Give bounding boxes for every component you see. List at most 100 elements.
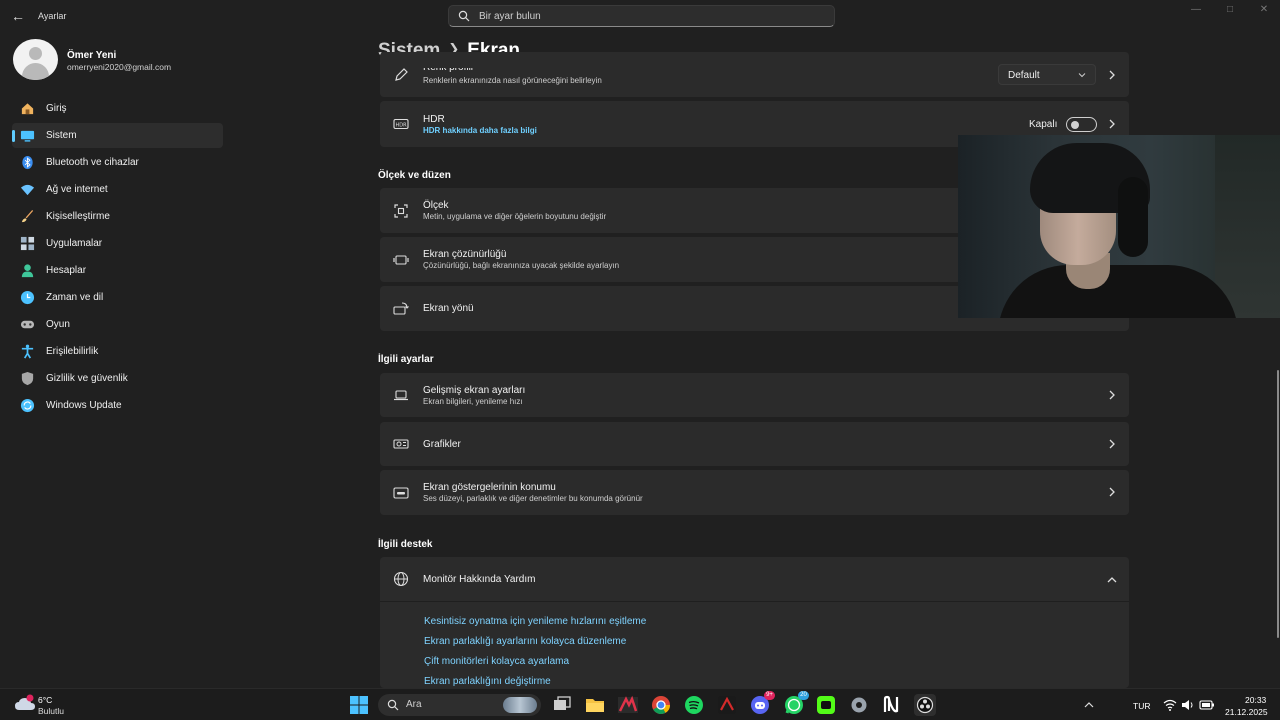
sidebar-item-label: Sistem [46,130,77,141]
sidebar-item-network[interactable]: Ağ ve internet [12,177,223,202]
app-title: Ayarlar [38,11,67,21]
sidebar-item-time-language[interactable]: Zaman ve dil [12,285,223,310]
clock-date[interactable]: 21.12.2025 [1225,707,1268,717]
sidebar-item-accessibility[interactable]: Erişilebilirlik [12,339,223,364]
apps-icon [20,236,35,251]
notion-icon[interactable] [881,694,903,716]
sidebar-item-label: Kişiselleştirme [46,211,110,222]
system-icon [20,130,35,142]
sidebar-item-gaming[interactable]: Oyun [12,312,223,337]
sidebar-item-label: Ağ ve internet [46,184,108,195]
bluetooth-icon [22,155,33,170]
section-title: İlgili destek [378,539,433,550]
help-link[interactable]: Kesintisiz oynatma için yenileme hızları… [424,616,646,636]
weather-desc: Bulutlu [38,706,64,716]
scale-title: Ölçek [423,200,449,211]
sidebar-item-label: Windows Update [46,400,122,411]
minimize-button[interactable]: — [1184,4,1208,18]
monitor-help-title: Monitör Hakkında Yardım [423,574,536,585]
battery-icon[interactable] [1199,699,1215,711]
monitor-help-header[interactable]: Monitör Hakkında Yardım [380,557,1129,602]
sidebar-item-privacy[interactable]: Gizlilik ve güvenlik [12,366,223,391]
sidebar-item-label: Gizlilik ve güvenlik [46,373,128,384]
back-arrow-icon[interactable]: ← [8,6,28,26]
adobe-icon[interactable] [617,694,639,716]
home-icon [21,103,34,115]
maximize-button[interactable]: □ [1218,4,1242,18]
input-language[interactable]: TUR [1133,701,1150,711]
scrollbar[interactable] [1277,370,1279,638]
chevron-right-icon [1109,487,1115,497]
sidebar-item-windows-update[interactable]: Windows Update [12,393,223,418]
file-explorer-icon[interactable] [584,694,606,716]
chevron-right-icon [1109,439,1115,449]
discord-app[interactable]: 9+ [749,691,775,716]
settings-search-box[interactable] [448,5,835,27]
chrome-icon[interactable] [650,694,672,716]
hdr-toggle-state: Kapalı [1029,119,1058,130]
color-profile-dropdown[interactable]: Default [998,64,1096,85]
update-icon [20,398,35,413]
indicator-position-subtitle: Ses düzeyi, parlaklık ve diğer denetimle… [423,494,643,503]
wifi-icon[interactable] [1163,698,1177,712]
sidebar-item-bluetooth[interactable]: Bluetooth ve cihazlar [12,150,223,175]
help-link[interactable]: Çift monitörleri kolayca ayarlama [424,656,646,676]
notification-badge: 9+ [764,691,775,700]
resolution-icon [393,255,409,265]
sidebar-item-label: Zaman ve dil [46,292,104,303]
sidebar-item-home[interactable]: Giriş [12,96,223,121]
cloud-icon [15,694,35,710]
taskbar: 6°C Bulutlu Ara 9+ 20 TUR 20:33 21.12.20… [0,688,1280,720]
indicator-position-card[interactable]: Ekran göstergelerinin konumu Ses düzeyi,… [380,470,1129,515]
obs-icon[interactable] [914,694,936,716]
search-input[interactable] [479,7,819,25]
pen-icon [395,68,408,81]
accessibility-icon [21,344,34,359]
sidebar-item-personalization[interactable]: Kişiselleştirme [12,204,223,229]
chevron-up-icon[interactable] [1084,700,1094,710]
dropdown-value: Default [1008,70,1040,81]
section-title: İlgili ayarlar [378,354,434,365]
sidebar-item-label: Hesaplar [46,265,87,276]
svg-text:HDR: HDR [395,123,407,129]
windows-start-icon[interactable] [348,694,370,716]
indicator-position-title: Ekran göstergelerinin konumu [423,482,556,493]
hdr-toggle[interactable] [1066,117,1097,132]
sidebar-item-label: Bluetooth ve cihazlar [46,157,139,168]
clock-time[interactable]: 20:33 [1245,695,1266,705]
help-link[interactable]: Ekran parlaklığı ayarlarını kolayca düze… [424,636,646,656]
whatsapp-app[interactable]: 20 [783,691,809,716]
gpu-icon [393,439,409,449]
advanced-display-card[interactable]: Gelişmiş ekran ayarları Ekran bilgileri,… [380,373,1129,417]
color-profile-title: Renk profili [423,62,474,73]
graphics-card[interactable]: Grafikler [380,422,1129,466]
resolution-subtitle: Çözünürlüğü, bağlı ekranınıza uyacak şek… [423,261,620,270]
settings-gear-icon[interactable] [848,694,870,716]
hdr-title: HDR [423,114,445,125]
laptop-icon [394,390,408,401]
title-bar: ← Ayarlar — □ ✕ [0,0,1280,32]
kick-app-icon[interactable] [815,694,837,716]
accounts-icon [21,264,34,278]
sidebar-item-system[interactable]: Sistem [12,123,223,148]
taskbar-search[interactable]: Ara [378,694,541,716]
sidebar-item-label: Erişilebilirlik [46,346,99,357]
orientation-icon [393,302,409,315]
orientation-title: Ekran yönü [423,303,474,314]
sidebar-item-accounts[interactable]: Hesaplar [12,258,223,283]
avatar [13,39,58,80]
volume-icon[interactable] [1181,698,1195,712]
search-highlight-image [503,697,537,713]
task-view-icon[interactable] [551,694,573,716]
game-app-icon[interactable] [716,694,738,716]
chevron-right-icon [1109,390,1115,400]
hdr-learn-more-link[interactable]: HDR hakkında daha fazla bilgi [423,126,537,135]
close-button[interactable]: ✕ [1252,4,1276,18]
sidebar-item-apps[interactable]: Uygulamalar [12,231,223,256]
sidebar-item-label: Oyun [46,319,70,330]
scale-subtitle: Metin, uygulama ve diğer öğelerin boyutu… [423,212,607,221]
brush-icon [21,209,34,223]
advanced-display-title: Gelişmiş ekran ayarları [423,385,526,396]
notification-badge: 20 [798,691,809,700]
spotify-icon[interactable] [683,694,705,716]
